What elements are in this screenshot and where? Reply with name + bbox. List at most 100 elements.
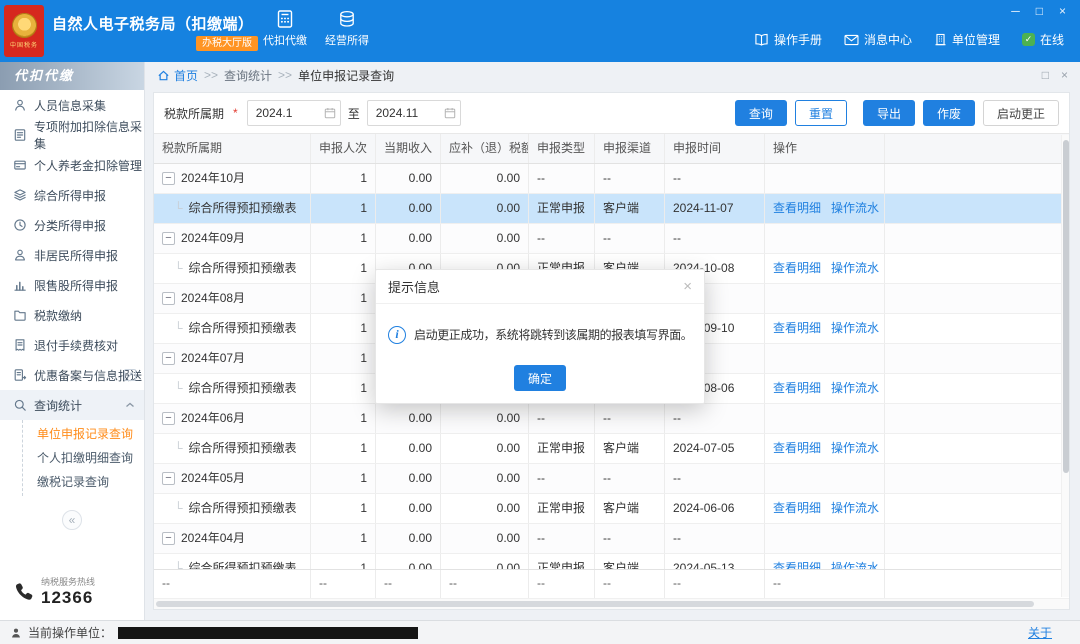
minimize-button[interactable]: ─ xyxy=(1011,4,1020,18)
folder-icon xyxy=(13,308,27,322)
collapse-row-icon[interactable]: − xyxy=(162,292,175,305)
period-label: 综合所得预扣预缴表 xyxy=(188,501,297,515)
period-label: 2024年06月 xyxy=(181,411,246,425)
period-cell: └ 综合所得预扣预缴表 xyxy=(154,554,311,569)
sidebar-item-9[interactable]: 退付手续费核对 xyxy=(0,330,144,360)
view-detail-link[interactable]: 查看明细 xyxy=(773,201,821,215)
collapse-row-icon[interactable]: − xyxy=(162,352,175,365)
operations-cell xyxy=(765,464,885,493)
tab-close-icon[interactable]: × xyxy=(1061,68,1068,82)
tab-withholding[interactable]: 代扣代缴 xyxy=(262,9,308,48)
online-status-item[interactable]: ✓ 在线 xyxy=(1021,31,1064,48)
sidebar-item-10[interactable]: 优惠备案与信息报送 ↗ xyxy=(0,360,144,390)
operation-flow-link[interactable]: 操作流水 xyxy=(831,201,879,215)
sidebar-item-7[interactable]: 限售股所得申报 xyxy=(0,270,144,300)
count-cell: 1 xyxy=(311,164,376,193)
table-row[interactable]: −2024年05月 1 0.00 0.00 -- -- -- xyxy=(154,464,1069,494)
menu-item-label: 操作手册 xyxy=(773,33,822,47)
count-cell: 1 xyxy=(311,524,376,553)
sidebar-subitem-2[interactable]: 个人扣缴明细查询 xyxy=(23,446,144,470)
sidebar-item-label: 非居民所得申报 xyxy=(34,248,119,263)
operation-flow-link[interactable]: 操作流水 xyxy=(831,261,879,275)
collapse-row-icon[interactable]: − xyxy=(162,532,175,545)
breadcrumb-separator: >> xyxy=(204,68,219,82)
coins-icon xyxy=(337,9,357,29)
sidebar-item-6[interactable]: 非居民所得申报 xyxy=(0,240,144,270)
view-detail-link[interactable]: 查看明细 xyxy=(773,321,821,335)
tax-cell: -- xyxy=(441,570,529,598)
period-label: 2024年04月 xyxy=(181,531,246,545)
report-type-cell: 正常申报 xyxy=(529,194,595,223)
breadcrumb-controls: □ × xyxy=(1042,68,1068,82)
sidebar-item-5[interactable]: 分类所得申报 xyxy=(0,210,144,240)
close-button[interactable]: × xyxy=(1059,4,1066,18)
view-detail-link[interactable]: 查看明细 xyxy=(773,261,821,275)
export-button[interactable]: 导出 xyxy=(862,100,915,126)
start-correction-button[interactable]: 启动更正 xyxy=(982,100,1059,126)
message-center-menu-item[interactable]: 消息中心 xyxy=(844,31,912,48)
tax-period-label: 税款所属期 xyxy=(164,106,225,121)
operation-flow-link[interactable]: 操作流水 xyxy=(831,441,879,455)
table-header: 税款所属期 申报人次 当期收入 应补（退）税额 申报类型 申报渠道 申报时间 操作 xyxy=(154,134,1069,164)
operations-cell xyxy=(765,344,885,373)
table-row[interactable]: −2024年09月 1 0.00 0.00 -- -- -- xyxy=(154,224,1069,254)
vertical-scrollbar-thumb[interactable] xyxy=(1063,140,1069,473)
table-row[interactable]: −2024年06月 1 0.00 0.00 -- -- -- xyxy=(154,404,1069,434)
query-button[interactable]: 查询 xyxy=(734,100,787,126)
income-cell: 0.00 xyxy=(376,554,441,569)
layers-icon xyxy=(13,188,27,202)
income-cell: 0.00 xyxy=(376,404,441,433)
external-link-icon: ↗ xyxy=(124,369,136,381)
horizontal-scrollbar-thumb[interactable] xyxy=(156,601,1035,607)
tab-restore-icon[interactable]: □ xyxy=(1042,68,1049,82)
sidebar-subitem-1[interactable]: 单位申报记录查询 xyxy=(23,422,144,446)
table-row[interactable]: └ 综合所得预扣预缴表 1 0.00 0.00 正常申报 客户端 2024-05-13 查看明细… xyxy=(154,554,1069,569)
about-link[interactable]: 关于 xyxy=(1028,624,1070,641)
view-detail-link[interactable]: 查看明细 xyxy=(773,501,821,515)
table-row[interactable]: └ 综合所得预扣预缴表 1 0.00 0.00 正常申报 客户端 2024-07-05 查看明细… xyxy=(154,434,1069,464)
sidebar-item-2[interactable]: 专项附加扣除信息采集 xyxy=(0,120,144,151)
column-header: 操作 xyxy=(765,134,885,163)
table-row[interactable]: −2024年04月 1 0.00 0.00 -- -- -- xyxy=(154,524,1069,554)
sidebar-submenu: 单位申报记录查询 个人扣缴明细查询 缴税记录查询 xyxy=(22,420,144,496)
collapse-row-icon[interactable]: − xyxy=(162,232,175,245)
reset-button[interactable]: 重置 xyxy=(794,100,847,126)
tax-cell: 0.00 xyxy=(441,224,529,253)
sidebar-subitem-3[interactable]: 缴税记录查询 xyxy=(23,470,144,494)
operation-flow-link[interactable]: 操作流水 xyxy=(831,561,879,569)
operator-person-icon xyxy=(10,627,22,639)
view-detail-link[interactable]: 查看明细 xyxy=(773,561,821,569)
sidebar-item-1[interactable]: 人员信息采集 xyxy=(0,90,144,120)
breadcrumb-home-link[interactable]: 首页 xyxy=(157,67,198,84)
operation-flow-link[interactable]: 操作流水 xyxy=(831,321,879,335)
table-row[interactable]: └ 综合所得预扣预缴表 1 0.00 0.00 正常申报 客户端 2024-06-06 查看明细… xyxy=(154,494,1069,524)
count-cell: 1 xyxy=(311,314,376,343)
column-header: 税款所属期 xyxy=(154,134,311,163)
sidebar-item-4[interactable]: 综合所得申报 xyxy=(0,180,144,210)
void-button[interactable]: 作废 xyxy=(922,100,975,126)
count-cell: 1 xyxy=(311,374,376,403)
menu-item-label: 单位管理 xyxy=(951,33,1000,47)
dialog-ok-button[interactable]: 确定 xyxy=(513,365,566,391)
operation-flow-link[interactable]: 操作流水 xyxy=(831,501,879,515)
tab-business-income[interactable]: 经营所得 xyxy=(324,9,370,48)
view-detail-link[interactable]: 查看明细 xyxy=(773,441,821,455)
dialog-close-icon[interactable]: × xyxy=(683,278,692,295)
sidebar-collapse-button[interactable]: « xyxy=(62,510,82,530)
unit-management-menu-item[interactable]: 单位管理 xyxy=(934,31,1000,48)
collapse-row-icon[interactable]: − xyxy=(162,472,175,485)
phone-icon xyxy=(12,581,34,603)
breadcrumb-item[interactable]: 查询统计 xyxy=(224,67,272,84)
info-icon: i xyxy=(388,325,406,344)
sidebar-item-3[interactable]: 个人养老金扣除管理 xyxy=(0,150,144,180)
table-row[interactable]: └ 综合所得预扣预缴表 1 0.00 0.00 正常申报 客户端 2024-11-07 查看明细… xyxy=(154,194,1069,224)
table-row[interactable]: −2024年10月 1 0.00 0.00 -- -- -- xyxy=(154,164,1069,194)
operation-flow-link[interactable]: 操作流水 xyxy=(831,381,879,395)
collapse-row-icon[interactable]: − xyxy=(162,172,175,185)
collapse-row-icon[interactable]: − xyxy=(162,412,175,425)
sidebar-item-8[interactable]: 税款缴纳 xyxy=(0,300,144,330)
maximize-button[interactable]: □ xyxy=(1036,4,1043,18)
view-detail-link[interactable]: 查看明细 xyxy=(773,381,821,395)
sidebar-item-11[interactable]: 查询统计 xyxy=(0,390,144,420)
manual-menu-item[interactable]: 操作手册 xyxy=(754,31,822,48)
